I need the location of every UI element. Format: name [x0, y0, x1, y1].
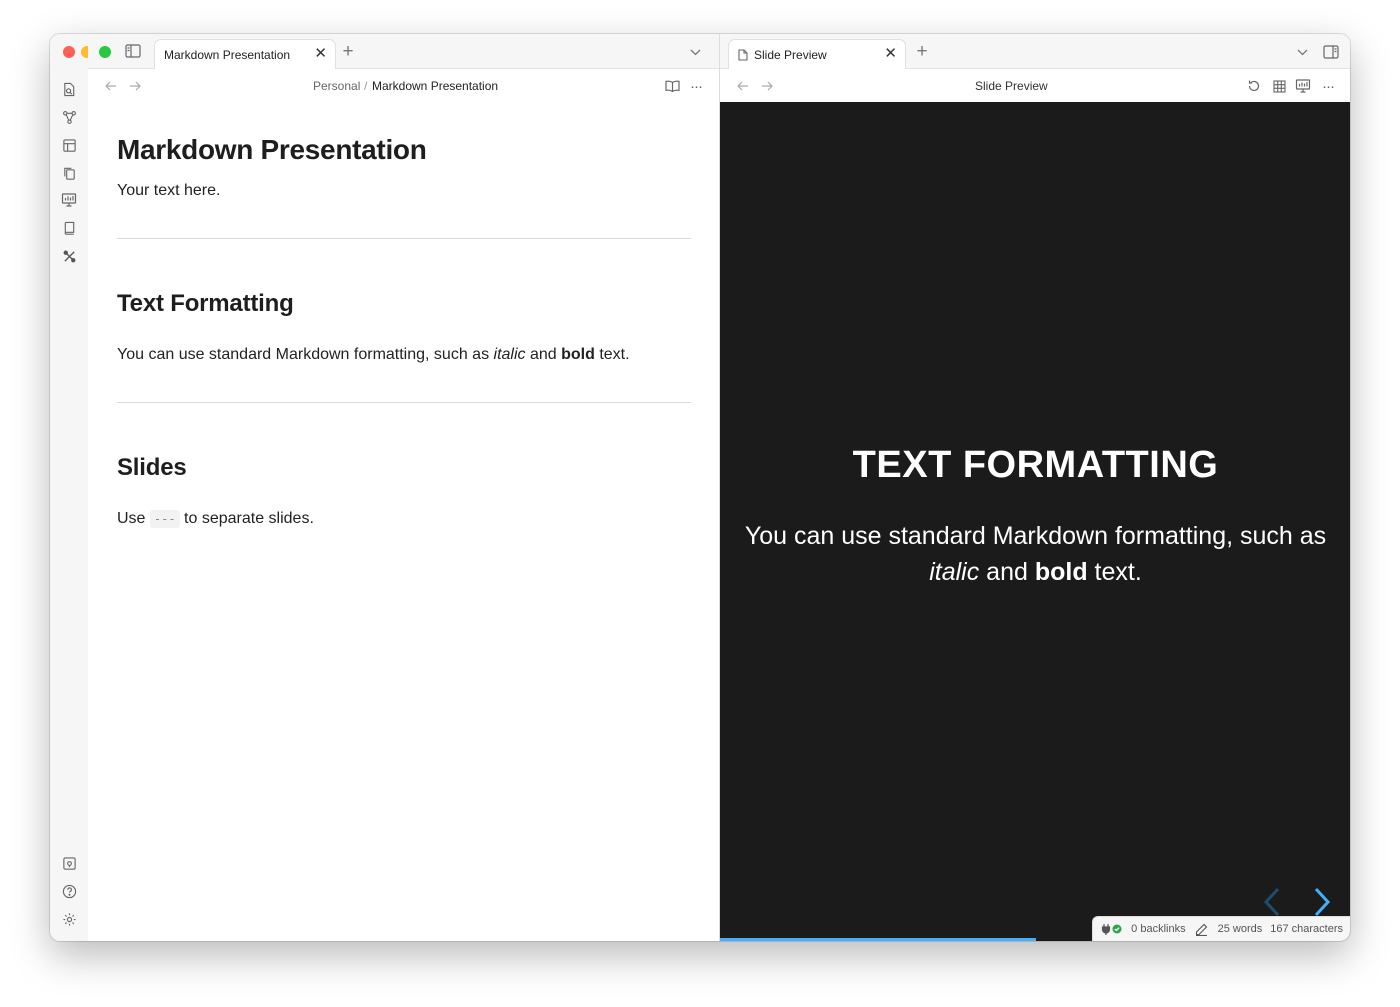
maximize-window-button[interactable] — [99, 46, 111, 58]
nav-bar-right: Slide Preview ··· — [720, 69, 1350, 102]
close-window-button[interactable] — [63, 46, 75, 58]
slide-text: and — [979, 558, 1035, 586]
graph-view-icon[interactable] — [58, 106, 80, 128]
vault-icon[interactable] — [58, 852, 80, 874]
search-file-icon[interactable] — [58, 78, 80, 100]
copy-files-icon[interactable] — [58, 162, 80, 184]
back-arrow-icon[interactable] — [734, 78, 752, 94]
slide-preview-pane: Slide Preview ✕ + Slide Preview ··· TEXT… — [719, 34, 1350, 941]
left-ribbon — [50, 34, 93, 941]
slide-canvas[interactable]: TEXT FORMATTING You can use standard Mar… — [720, 102, 1350, 941]
forward-arrow-icon[interactable] — [126, 78, 144, 94]
backlinks-count[interactable]: 0 backlinks — [1131, 923, 1185, 935]
chevron-down-icon[interactable] — [685, 43, 705, 61]
slide-text: text. — [1087, 558, 1142, 586]
settings-gear-icon[interactable] — [58, 908, 80, 930]
back-arrow-icon[interactable] — [102, 78, 120, 94]
sidebar-toggle-icon[interactable] — [122, 41, 144, 61]
slide-italic-text: italic — [929, 558, 980, 586]
slide-progress-bar — [720, 938, 1036, 941]
forward-arrow-icon[interactable] — [758, 78, 776, 94]
presentation-icon[interactable] — [1293, 76, 1313, 96]
heading-text-formatting: Text Formatting — [117, 290, 294, 317]
markdown-document: Markdown Presentation Your text here. Te… — [88, 102, 719, 941]
horizontal-rule — [117, 402, 691, 403]
more-options-icon[interactable]: ··· — [1318, 77, 1338, 95]
paragraph-text: Use — [117, 510, 150, 527]
close-tab-icon[interactable]: ✕ — [884, 45, 897, 63]
tools-icon[interactable] — [58, 245, 80, 267]
new-tab-plus-icon[interactable]: + — [338, 41, 358, 62]
help-icon[interactable] — [58, 880, 80, 902]
horizontal-rule — [117, 238, 691, 239]
slide-body: You can use standard Markdown formatting… — [740, 518, 1331, 590]
reading-view-book-icon[interactable] — [662, 77, 682, 95]
close-tab-icon[interactable]: ✕ — [314, 45, 327, 63]
slide-title: TEXT FORMATTING — [852, 444, 1219, 486]
slides-paragraph: Use --- to separate slides. — [117, 510, 314, 528]
right-sidebar-toggle-icon[interactable] — [1320, 42, 1342, 62]
paragraph-text: You can use standard Markdown formatting… — [117, 346, 494, 363]
character-count: 167 characters — [1270, 923, 1343, 935]
chevron-down-icon[interactable] — [1292, 43, 1312, 61]
paragraph-text: and — [525, 346, 562, 363]
word-count: 25 words — [1217, 923, 1263, 935]
formatting-paragraph: You can use standard Markdown formatting… — [117, 346, 630, 364]
tab-slide-preview[interactable]: Slide Preview ✕ — [728, 39, 906, 69]
tab-bar-right: Slide Preview ✕ + — [720, 34, 1350, 69]
tab-markdown-presentation[interactable]: Markdown Presentation ✕ — [154, 39, 336, 69]
document-title: Markdown Presentation — [117, 134, 427, 165]
next-slide-arrow-icon[interactable] — [1310, 886, 1334, 918]
bold-text: bold — [561, 346, 595, 363]
breadcrumb-file[interactable]: Markdown Presentation — [372, 79, 498, 93]
intro-paragraph: Your text here. — [117, 182, 221, 199]
tab-label: Slide Preview — [754, 48, 827, 62]
tab-bar-left: Markdown Presentation ✕ + — [88, 34, 719, 69]
slide-text-line: You can use standard Markdown formatting… — [744, 522, 1327, 550]
view-title: Slide Preview — [975, 79, 1048, 93]
editor-pane: Markdown Presentation ✕ + Personal / Mar… — [88, 34, 719, 941]
status-bar: 0 backlinks 25 words 167 characters — [1092, 916, 1350, 941]
breadcrumb-separator: / — [364, 79, 368, 93]
grid-view-icon[interactable] — [1269, 77, 1289, 95]
presentation-icon[interactable] — [58, 189, 80, 211]
italic-text: italic — [493, 346, 526, 363]
slide-bold-text: bold — [1034, 558, 1088, 586]
inline-code: --- — [149, 510, 180, 528]
file-icon — [737, 48, 749, 61]
paragraph-text: text. — [594, 346, 630, 363]
app-window: Markdown Presentation ✕ + Personal / Mar… — [50, 34, 1350, 941]
book-icon[interactable] — [58, 217, 80, 239]
previous-slide-arrow-icon[interactable] — [1260, 886, 1284, 918]
breadcrumb-folder[interactable]: Personal — [313, 79, 360, 93]
canvas-icon[interactable] — [58, 134, 80, 156]
new-tab-plus-icon[interactable]: + — [912, 41, 932, 62]
nav-bar-left: Personal / Markdown Presentation ··· — [88, 69, 719, 102]
refresh-icon[interactable] — [1244, 77, 1264, 95]
paragraph-text: to separate slides. — [179, 510, 314, 527]
tab-label: Markdown Presentation — [164, 48, 291, 62]
sync-status-icon[interactable] — [1101, 922, 1123, 936]
edit-pencil-icon[interactable] — [1194, 922, 1210, 936]
more-options-icon[interactable]: ··· — [686, 77, 706, 95]
heading-slides: Slides — [117, 454, 187, 481]
